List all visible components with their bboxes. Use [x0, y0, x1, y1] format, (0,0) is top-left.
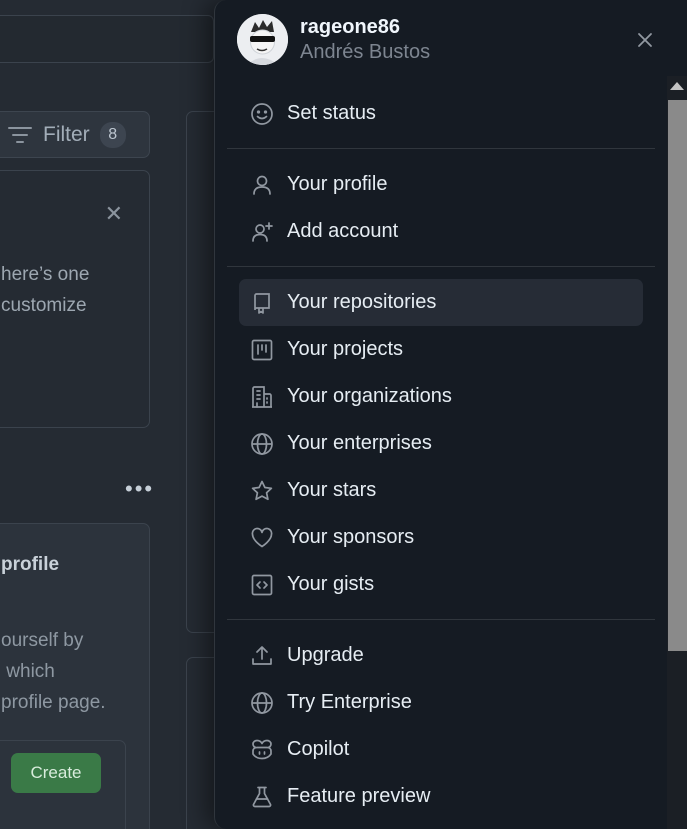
menu-item-label: Upgrade — [287, 644, 364, 666]
scroll-up-arrow-icon[interactable] — [670, 82, 684, 90]
menu-item-your-sponsors[interactable]: Your sponsors — [239, 514, 643, 561]
avatar-image — [237, 14, 288, 65]
menu-item-add-account[interactable]: Add account — [239, 208, 643, 255]
user-menu-drawer: rageone86 Andrés Bustos Set status Your … — [214, 0, 687, 829]
profile-card-text: ourself by which profile page. — [1, 630, 106, 713]
beaker-icon — [249, 784, 275, 810]
upload-icon — [249, 643, 275, 669]
menu-item-your-gists[interactable]: Your gists — [239, 561, 643, 608]
background-top-bar — [0, 15, 214, 63]
globe-icon — [249, 431, 275, 457]
menu-item-label: Your projects — [287, 338, 403, 360]
filter-icon — [8, 126, 32, 143]
smiley-icon — [249, 101, 275, 127]
menu-item-feature-preview[interactable]: Feature preview — [239, 773, 643, 820]
menu-item-label: Your sponsors — [287, 526, 415, 548]
menu-item-your-enterprises[interactable]: Your enterprises — [239, 420, 643, 467]
menu-divider — [227, 148, 655, 149]
filter-label: Filter — [43, 122, 90, 146]
person-add-icon — [249, 219, 275, 245]
background-card-text: here’s one customize — [1, 264, 90, 316]
person-icon — [249, 172, 275, 198]
menu-item-label: Your repositories — [287, 291, 437, 313]
full-name: Andrés Bustos — [300, 40, 431, 63]
menu-item-your-projects[interactable]: Your projects — [239, 326, 643, 373]
heart-icon — [249, 525, 275, 551]
username: rageone86 — [300, 15, 401, 38]
close-icon — [638, 33, 652, 47]
scroll-thumb[interactable] — [668, 100, 687, 651]
background-card: ✕ here’s one customize — [0, 170, 150, 428]
close-button[interactable] — [633, 28, 657, 52]
menu-item-label: Your stars — [287, 479, 377, 501]
menu-item-label: Set status — [287, 102, 376, 124]
drawer-scrollbar[interactable] — [667, 76, 687, 829]
menu-item-your-profile[interactable]: Your profile — [239, 161, 643, 208]
menu-item-label: Your profile — [287, 173, 388, 195]
menu-item-label: Your organizations — [287, 385, 452, 407]
menu-item-label: Add account — [287, 220, 399, 242]
menu-item-set-status[interactable]: Set status — [239, 90, 643, 137]
menu-item-label: Try Enterprise — [287, 691, 412, 713]
create-button[interactable]: Create — [11, 753, 101, 793]
menu-item-label: Your gists — [287, 573, 375, 595]
menu-divider — [227, 266, 655, 267]
avatar[interactable] — [237, 14, 288, 65]
filter-button[interactable]: Filter 8 — [0, 111, 150, 158]
copilot-icon — [249, 737, 275, 763]
menu-item-label: Feature preview — [287, 785, 431, 807]
globe-icon — [249, 690, 275, 716]
menu-item-upgrade[interactable]: Upgrade — [239, 632, 643, 679]
code-square-icon — [249, 572, 275, 598]
menu-item-label: Your enterprises — [287, 432, 432, 454]
profile-card-heading: profile — [1, 554, 60, 575]
menu-item-label: Copilot — [287, 738, 350, 760]
star-icon — [249, 478, 275, 504]
menu-item-your-organizations[interactable]: Your organizations — [239, 373, 643, 420]
user-header: rageone86 Andrés Bustos — [237, 14, 430, 65]
dismiss-icon[interactable]: ✕ — [105, 201, 123, 227]
menu-item-try-enterprise[interactable]: Try Enterprise — [239, 679, 643, 726]
more-options-icon[interactable]: ••• — [125, 476, 154, 502]
filter-count-badge: 8 — [99, 121, 126, 148]
organization-icon — [249, 384, 275, 410]
user-menu-list: Set status Your profile Add account Your… — [227, 90, 655, 820]
menu-divider — [227, 619, 655, 620]
project-icon — [249, 337, 275, 363]
menu-item-your-stars[interactable]: Your stars — [239, 467, 643, 514]
menu-item-your-repositories[interactable]: Your repositories — [239, 279, 643, 326]
repo-icon — [249, 290, 275, 316]
menu-item-copilot[interactable]: Copilot — [239, 726, 643, 773]
